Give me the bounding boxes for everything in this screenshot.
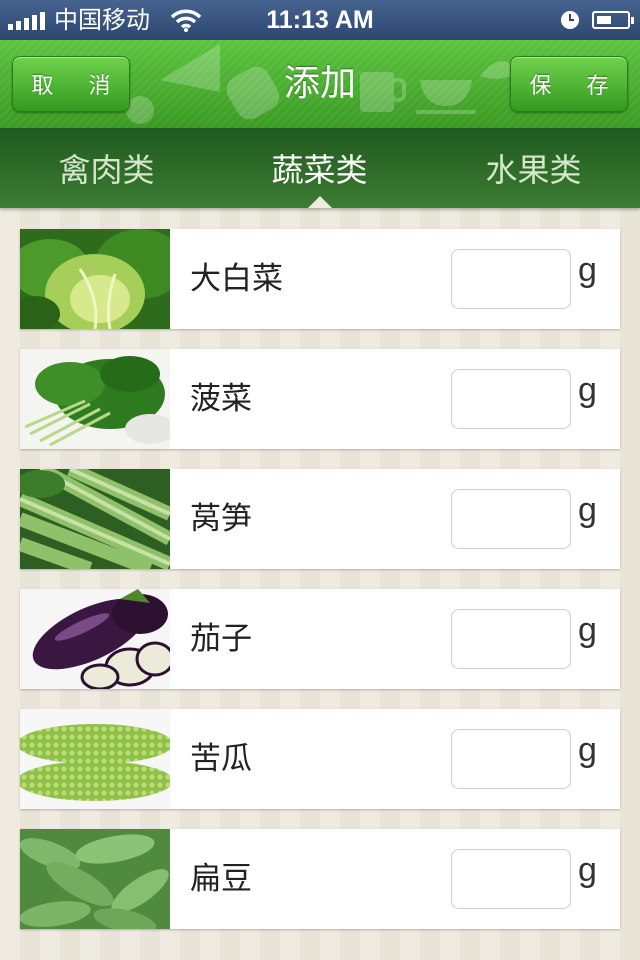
navigation-bar: 取 消 添加 保 存 [0, 40, 640, 129]
weight-input[interactable] [451, 609, 571, 669]
status-bar: 中国移动 11:13 AM [0, 0, 640, 40]
category-tabs: 禽肉类 蔬菜类 水果类 [0, 128, 640, 208]
tab-fruits[interactable]: 水果类 [427, 128, 640, 208]
tab-poultry-meat[interactable]: 禽肉类 [0, 128, 213, 208]
eggplant-image [20, 589, 170, 689]
list-item: 莴笋 g [20, 469, 620, 569]
unit-label: g [578, 491, 597, 529]
unit-label: g [578, 731, 597, 769]
bitter-melon-image [20, 709, 170, 809]
napa-cabbage-image [20, 229, 170, 329]
save-button[interactable]: 保 存 [510, 56, 628, 112]
list-item: 扁豆 g [20, 829, 620, 929]
weight-input[interactable] [451, 249, 571, 309]
item-name: 莴笋 [190, 501, 252, 537]
item-name: 苦瓜 [190, 741, 252, 777]
list-item: 茄子 g [20, 589, 620, 689]
battery-icon [592, 11, 634, 29]
list-item: 苦瓜 g [20, 709, 620, 809]
item-name: 扁豆 [190, 861, 252, 897]
spinach-image [20, 349, 170, 449]
hyacinth-bean-image [20, 829, 170, 929]
status-time: 11:13 AM [266, 6, 374, 34]
weight-input[interactable] [451, 369, 571, 429]
active-tab-indicator [308, 196, 332, 208]
item-name: 大白菜 [190, 261, 283, 297]
unit-label: g [578, 851, 597, 889]
unit-label: g [578, 611, 597, 649]
list-item: 大白菜 g [20, 229, 620, 329]
item-name: 茄子 [190, 621, 252, 657]
unit-label: g [578, 371, 597, 409]
unit-label: g [578, 251, 597, 289]
weight-input[interactable] [451, 849, 571, 909]
vegetable-list: 大白菜 g 菠菜 g 莴笋 g 茄子 g 苦瓜 g 扁豆 g [20, 229, 620, 949]
weight-input[interactable] [451, 729, 571, 789]
item-name: 菠菜 [190, 381, 252, 417]
celtuce-image [20, 469, 170, 569]
list-item: 菠菜 g [20, 349, 620, 449]
clock-icon [560, 10, 580, 35]
weight-input[interactable] [451, 489, 571, 549]
